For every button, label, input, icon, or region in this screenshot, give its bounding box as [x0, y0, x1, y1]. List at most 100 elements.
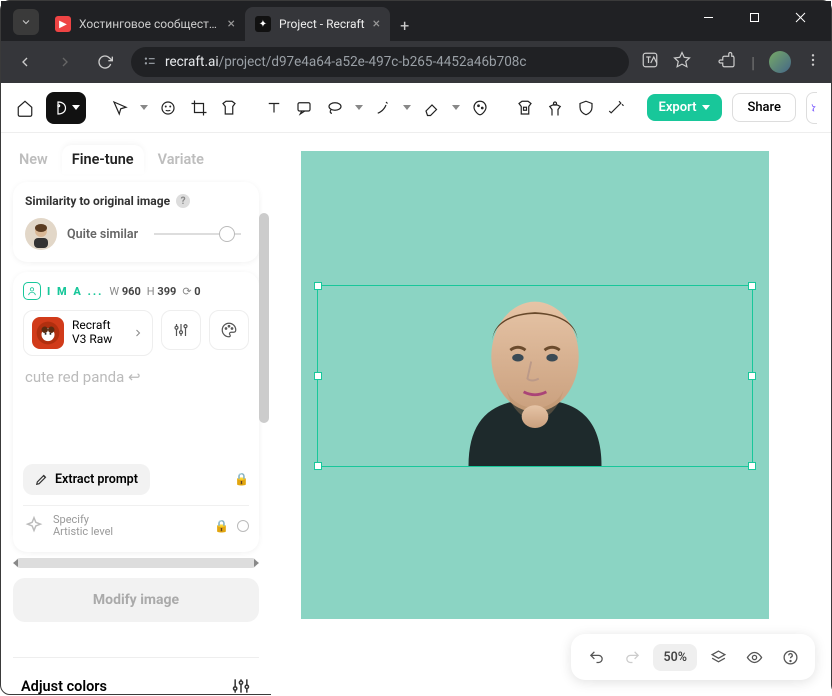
blob-tool-icon[interactable]: [470, 92, 491, 124]
adjust-colors-row[interactable]: Adjust colors: [13, 657, 259, 696]
tab-search-button[interactable]: [13, 9, 39, 35]
app-toolbar: Export Share: [1, 83, 831, 133]
wand-icon[interactable]: [606, 92, 627, 124]
chevron-down-icon[interactable]: [140, 105, 148, 110]
width-readout: W 960: [109, 285, 140, 298]
tab-title: Хостинговое сообщество «Tim: [79, 17, 220, 31]
zoom-level[interactable]: 50%: [653, 644, 697, 671]
resize-handle[interactable]: [314, 282, 322, 290]
lasso-tool-icon[interactable]: [324, 92, 345, 124]
mockup-body-icon[interactable]: [545, 92, 566, 124]
model-picker[interactable]: Recraft V3 Raw: [23, 310, 153, 356]
face-tool-icon[interactable]: [158, 92, 179, 124]
chevron-down-icon: [702, 105, 710, 110]
resize-handle[interactable]: [748, 462, 756, 470]
browser-titlebar: ▶ Хостинговое сообщество «Tim × ✦ Projec…: [1, 1, 831, 41]
close-icon[interactable]: ×: [228, 16, 235, 32]
shield-icon[interactable]: [575, 92, 596, 124]
chevron-down-icon: [72, 105, 80, 110]
mockup-shirt-icon[interactable]: [514, 92, 535, 124]
image-badge-icon: [23, 282, 41, 300]
eraser-tool-icon[interactable]: [421, 92, 442, 124]
recraft-logo-button[interactable]: [46, 92, 86, 124]
chevron-down-icon[interactable]: [403, 105, 411, 110]
tab-favicon: ▶: [55, 16, 71, 32]
toggle-icon[interactable]: [237, 520, 249, 532]
right-panel-toggle[interactable]: [806, 92, 817, 124]
similarity-level-label: Quite similar: [67, 227, 138, 242]
tshirt-tool-icon[interactable]: [219, 92, 240, 124]
export-button[interactable]: Export: [647, 94, 723, 121]
new-tab-button[interactable]: +: [390, 16, 419, 41]
help-button[interactable]: [775, 642, 805, 672]
window-minimize-button[interactable]: [685, 1, 731, 33]
resize-handle[interactable]: [748, 372, 756, 380]
selection-box[interactable]: [317, 285, 753, 467]
image-tag: I M A ...: [47, 285, 103, 298]
close-icon[interactable]: ×: [373, 16, 380, 32]
sidebar-scrollbar[interactable]: [259, 213, 269, 576]
help-icon[interactable]: ?: [176, 194, 190, 208]
canvas-image[interactable]: [440, 276, 630, 466]
window-close-button[interactable]: [777, 1, 823, 33]
reload-button[interactable]: [91, 48, 119, 76]
lock-icon: 🔒: [214, 519, 229, 533]
similarity-panel: Similarity to original image ? Quite sim…: [13, 182, 259, 262]
share-button[interactable]: Share: [732, 93, 796, 122]
prompt-input[interactable]: cute red panda ↩: [23, 366, 249, 388]
home-icon[interactable]: [15, 92, 36, 124]
forward-button[interactable]: [51, 48, 79, 76]
extract-prompt-button[interactable]: Extract prompt: [23, 464, 150, 495]
resize-handle[interactable]: [314, 372, 322, 380]
export-label: Export: [659, 100, 697, 115]
canvas-bottom-bar: 50%: [571, 634, 815, 680]
mode-tab-finetune[interactable]: Fine-tune: [62, 145, 144, 174]
text-tool-icon[interactable]: [263, 92, 284, 124]
palette-button[interactable]: [209, 310, 249, 350]
reference-thumbnail[interactable]: [25, 218, 57, 250]
sliders-icon: [231, 676, 251, 696]
slider-thumb[interactable]: [219, 226, 235, 242]
address-omnibox[interactable]: recraft.ai/project/d97e4a64-a52e-497c-b2…: [131, 47, 629, 77]
redo-button[interactable]: [617, 642, 647, 672]
adjust-colors-label: Adjust colors: [21, 678, 107, 695]
chevron-down-icon[interactable]: [355, 105, 363, 110]
resize-handle[interactable]: [314, 462, 322, 470]
browser-tab[interactable]: ▶ Хостинговое сообщество «Tim ×: [45, 7, 245, 41]
height-readout: H 399: [147, 285, 177, 298]
magic-tool-icon[interactable]: [373, 92, 394, 124]
profile-avatar[interactable]: [769, 51, 791, 73]
modify-image-button[interactable]: Modify image: [13, 578, 259, 622]
canvas[interactable]: 50%: [271, 133, 831, 696]
layers-button[interactable]: [703, 642, 733, 672]
mode-tab-new[interactable]: New: [19, 145, 48, 174]
select-tool-icon[interactable]: [109, 92, 130, 124]
crop-tool-icon[interactable]: [188, 92, 209, 124]
translate-icon[interactable]: [641, 51, 659, 73]
comment-tool-icon[interactable]: [294, 92, 315, 124]
sparkle-icon: [23, 515, 45, 537]
sidebar-h-scrollbar[interactable]: [15, 558, 257, 568]
artboard[interactable]: [301, 151, 769, 619]
extensions-icon[interactable]: [719, 51, 737, 73]
back-button[interactable]: [11, 48, 39, 76]
specify-artistic-row[interactable]: Specify Artistic level 🔒: [23, 505, 249, 538]
browser-tab-active[interactable]: ✦ Project - Recraft ×: [245, 7, 390, 41]
extract-prompt-label: Extract prompt: [55, 472, 138, 487]
model-name: Recraft V3 Raw: [72, 319, 112, 347]
similarity-slider[interactable]: [154, 233, 241, 235]
window-maximize-button[interactable]: [731, 1, 777, 33]
site-info-icon[interactable]: [143, 54, 157, 71]
browser-address-bar: recraft.ai/project/d97e4a64-a52e-497c-b2…: [1, 41, 831, 83]
settings-sliders-button[interactable]: [161, 310, 201, 350]
similarity-heading: Similarity to original image: [25, 194, 170, 208]
browser-menu-icon[interactable]: [805, 52, 821, 72]
view-button[interactable]: [739, 642, 769, 672]
chevron-down-icon[interactable]: [452, 105, 460, 110]
mode-tab-variate[interactable]: Variate: [158, 145, 204, 174]
mode-tabs: New Fine-tune Variate: [13, 143, 259, 182]
resize-handle[interactable]: [748, 282, 756, 290]
url-text: recraft.ai/project/d97e4a64-a52e-497c-b2…: [165, 54, 526, 70]
undo-button[interactable]: [581, 642, 611, 672]
bookmark-icon[interactable]: [673, 51, 691, 73]
